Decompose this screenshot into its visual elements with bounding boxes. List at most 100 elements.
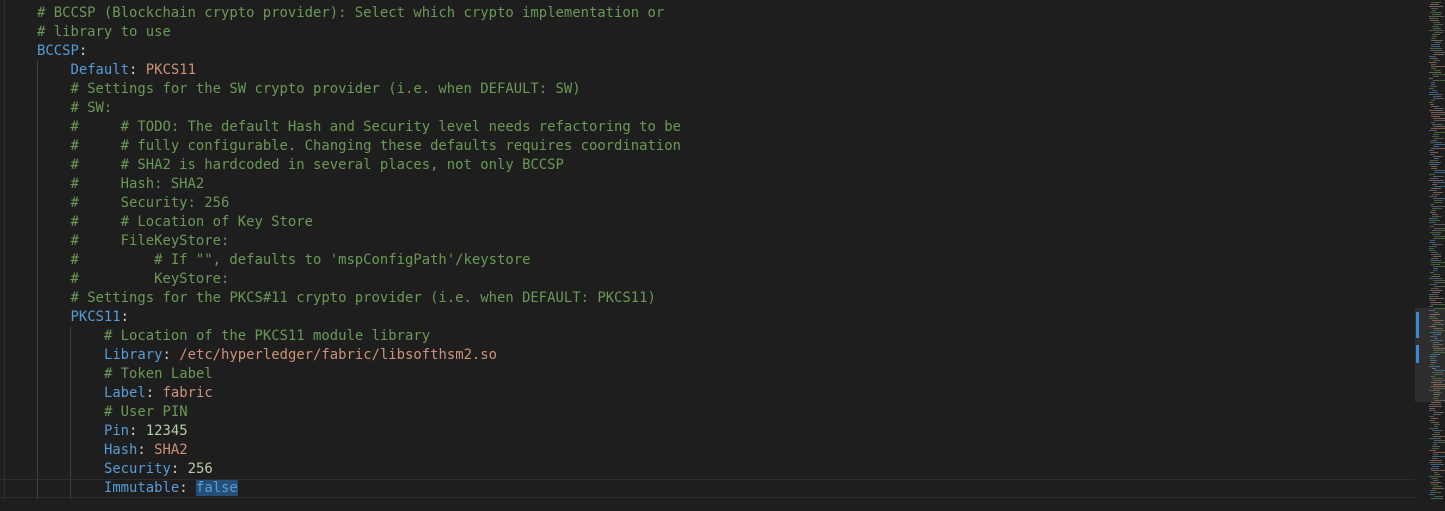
code-line[interactable]: # KeyStore:: [0, 270, 1415, 289]
code-line[interactable]: # # TODO: The default Hash and Security …: [0, 118, 1415, 137]
code-line[interactable]: # Settings for the PKCS#11 crypto provid…: [0, 289, 1415, 308]
code-line[interactable]: # # SHA2 is hardcoded in several places,…: [0, 156, 1415, 175]
code-line[interactable]: # BCCSP (Blockchain crypto provider): Se…: [0, 4, 1415, 23]
minimap-line: [1434, 186, 1445, 187]
minimap[interactable]: [1415, 0, 1445, 511]
minimap-line: [1429, 16, 1444, 17]
minimap-line: [1431, 188, 1441, 189]
minimap-line: [1431, 8, 1438, 9]
code-token: # library to use: [37, 24, 171, 40]
code-token: fabric: [162, 385, 213, 401]
minimap-line: [1434, 330, 1445, 331]
code-token: # # Location of Key Store: [70, 214, 313, 230]
minimap-line: [1429, 406, 1442, 407]
minimap-line: [1431, 498, 1443, 499]
minimap-line: [1429, 190, 1437, 191]
minimap-line: [1429, 410, 1436, 411]
code-line[interactable]: Library: /etc/hyperledger/fabric/libsoft…: [0, 346, 1415, 365]
minimap-line: [1433, 280, 1445, 281]
code-line[interactable]: Default: PKCS11: [0, 61, 1415, 80]
minimap-line: [1434, 370, 1445, 371]
code-token: Security: [103, 461, 171, 477]
code-token: # BCCSP (Blockchain crypto provider): Se…: [37, 5, 665, 21]
code-token: # # If "", defaults to 'mspConfigPath'/k…: [70, 252, 531, 268]
minimap-line: [1432, 10, 1436, 11]
minimap-line: [1431, 38, 1436, 39]
minimap-line: [1432, 124, 1443, 125]
minimap-line: [1431, 258, 1438, 259]
minimap-line: [1434, 24, 1443, 25]
code-line[interactable]: Hash: SHA2: [0, 441, 1415, 460]
minimap-line: [1429, 150, 1434, 151]
minimap-line: [1434, 120, 1445, 121]
minimap-line: [1433, 60, 1440, 61]
minimap-line: [1433, 268, 1438, 269]
code-lines[interactable]: # BCCSP (Blockchain crypto provider): Se…: [0, 4, 1415, 499]
code-line[interactable]: # Settings for the SW crypto provider (i…: [0, 80, 1415, 99]
minimap-line: [1434, 338, 1438, 339]
code-line[interactable]: # Security: 256: [0, 194, 1415, 213]
minimap-line: [1430, 204, 1434, 205]
code-line[interactable]: # SW:: [0, 99, 1415, 118]
minimap-line: [1434, 282, 1445, 283]
minimap-line: [1433, 98, 1444, 99]
code-editor[interactable]: # BCCSP (Blockchain crypto provider): Se…: [0, 0, 1415, 511]
minimap-line: [1430, 226, 1434, 227]
minimap-line: [1432, 368, 1436, 369]
minimap-change-marker: [1416, 312, 1419, 338]
minimap-line: [1430, 4, 1439, 5]
code-token: # FileKeyStore:: [70, 233, 230, 249]
minimap-line: [1433, 182, 1445, 183]
minimap-line: [1429, 366, 1440, 367]
minimap-line: [1431, 64, 1436, 65]
minimap-line: [1431, 112, 1445, 113]
minimap-line: [1433, 350, 1444, 351]
minimap-line: [1432, 446, 1440, 447]
code-line[interactable]: # Hash: SHA2: [0, 175, 1415, 194]
indent-guide: [37, 156, 38, 175]
indent-guide: [70, 422, 72, 441]
minimap-line: [1432, 234, 1440, 235]
minimap-line: [1431, 264, 1440, 265]
code-line[interactable]: # # Location of Key Store: [0, 213, 1415, 232]
code-line[interactable]: Immutable: false: [0, 479, 1415, 499]
minimap-line: [1429, 94, 1442, 95]
minimap-line: [1430, 332, 1442, 333]
minimap-line: [1431, 382, 1442, 383]
code-line[interactable]: BCCSP:: [0, 42, 1415, 61]
code-line[interactable]: # User PIN: [0, 403, 1415, 422]
minimap-line: [1432, 214, 1438, 215]
indent-guide: [37, 403, 38, 422]
indent-guide: [37, 384, 38, 403]
minimap-line: [1430, 240, 1435, 241]
horizontal-scrollbar[interactable]: [0, 501, 1415, 511]
minimap-line: [1434, 200, 1443, 201]
code-line[interactable]: # Token Label: [0, 365, 1415, 384]
indent-guide: [70, 346, 72, 365]
minimap-line: [1430, 20, 1439, 21]
minimap-line: [1431, 470, 1445, 471]
minimap-line: [1429, 250, 1436, 251]
minimap-line: [1433, 80, 1445, 81]
code-line[interactable]: # FileKeyStore:: [0, 232, 1415, 251]
minimap-line: [1431, 106, 1439, 107]
code-line[interactable]: Label: fabric: [0, 384, 1415, 403]
code-line[interactable]: Security: 256: [0, 460, 1415, 479]
code-line[interactable]: Pin: 12345: [0, 422, 1415, 441]
code-line[interactable]: # # If "", defaults to 'mspConfigPath'/k…: [0, 251, 1415, 270]
code-line[interactable]: # # fully configurable. Changing these d…: [0, 137, 1415, 156]
minimap-line: [1433, 192, 1443, 193]
minimap-line: [1429, 110, 1443, 111]
code-token: # Token Label: [103, 366, 213, 382]
minimap-line: [1431, 484, 1438, 485]
minimap-line: [1429, 294, 1438, 295]
minimap-line: [1430, 152, 1438, 153]
minimap-line: [1434, 132, 1445, 133]
code-token: 256: [187, 461, 213, 477]
code-line[interactable]: PKCS11:: [0, 308, 1415, 327]
indent-guide: [37, 194, 38, 213]
code-line[interactable]: # Location of the PKCS11 module library: [0, 327, 1415, 346]
code-line[interactable]: # library to use: [0, 23, 1415, 42]
minimap-line: [1431, 140, 1437, 141]
code-token: :: [162, 347, 180, 363]
